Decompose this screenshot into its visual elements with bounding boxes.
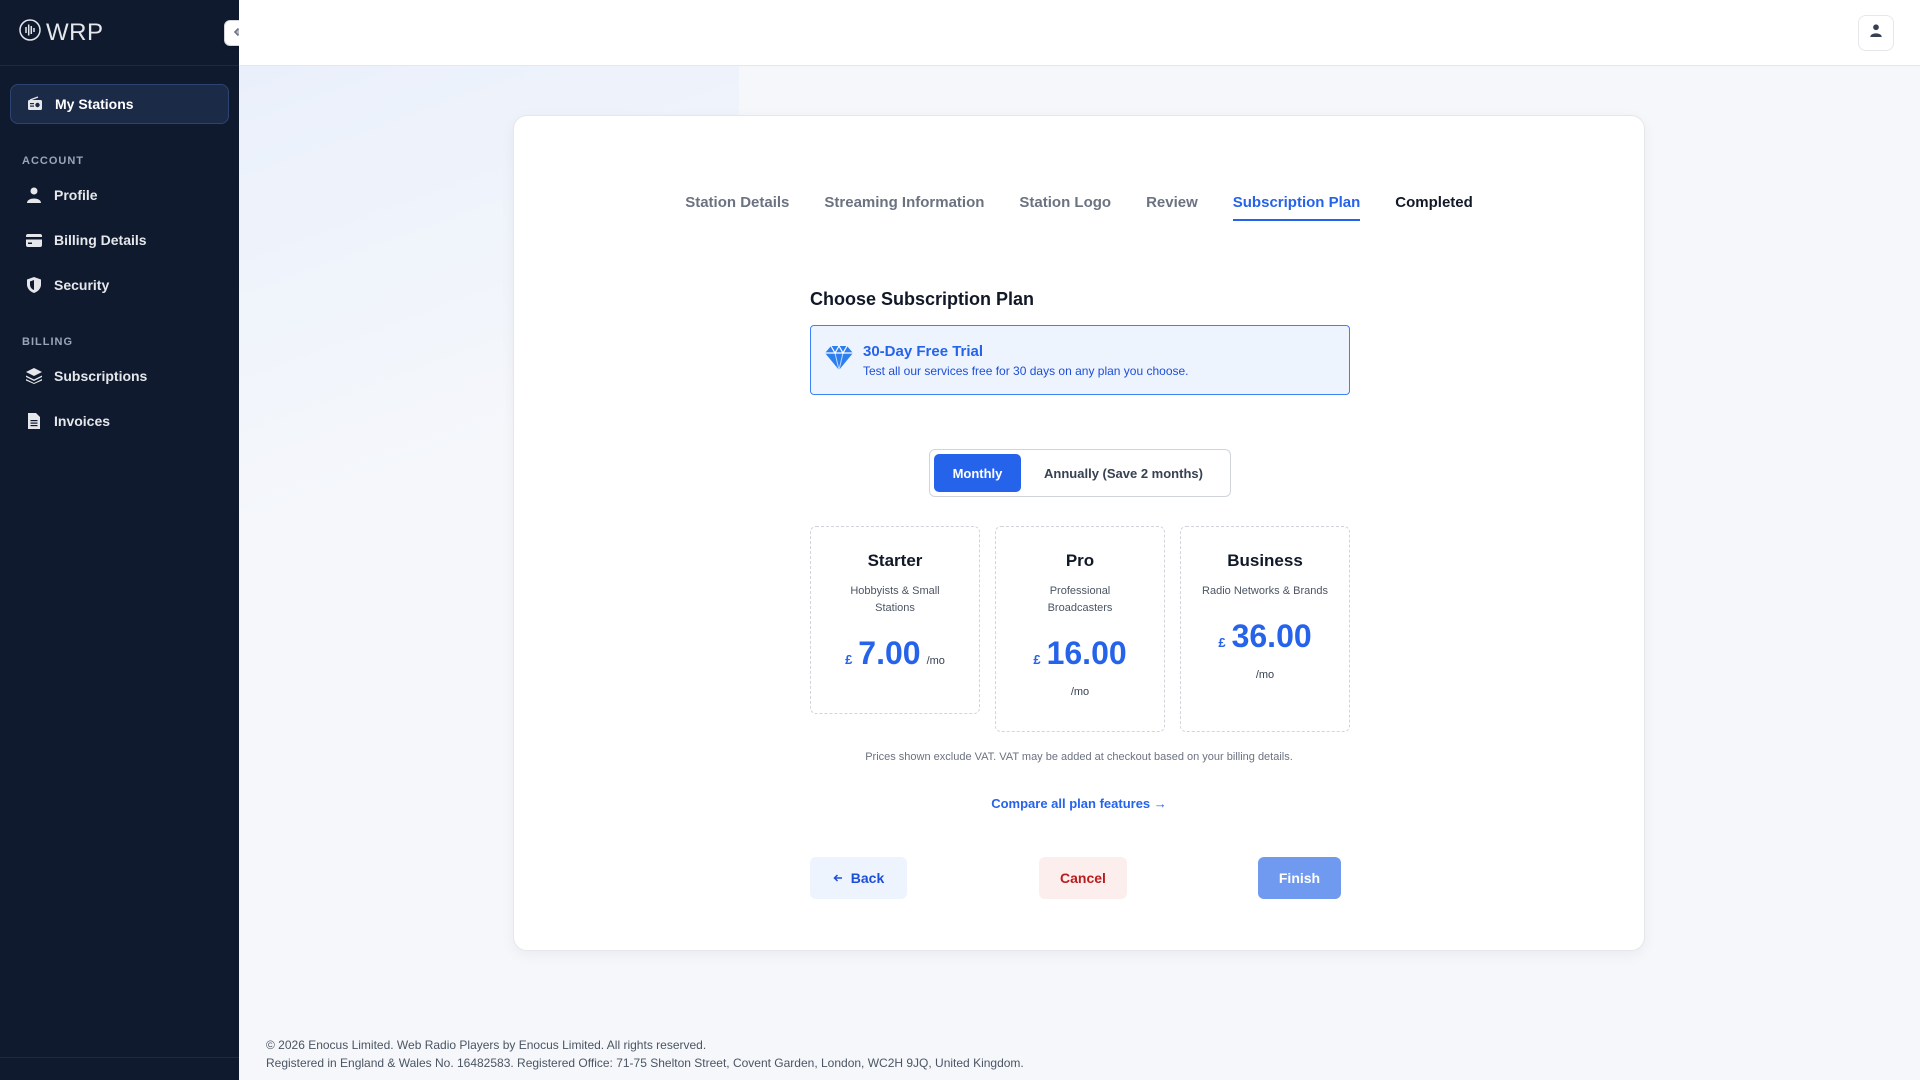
sidebar-item-label: Invoices bbox=[54, 413, 111, 429]
sidebar-item-profile[interactable]: Profile bbox=[10, 175, 229, 215]
step-streaming-information[interactable]: Streaming Information bbox=[824, 194, 984, 221]
plan-description: Hobbyists & Small Stations bbox=[850, 585, 940, 614]
footer-copyright: © 2026 Enocus Limited. Web Radio Players… bbox=[266, 1038, 707, 1052]
plan-price: £ 36.00 bbox=[1181, 618, 1349, 655]
finish-button[interactable]: Finish bbox=[1258, 857, 1341, 899]
step-subscription-plan[interactable]: Subscription Plan bbox=[1232, 194, 1361, 221]
logo-text: WRP bbox=[46, 18, 104, 46]
radio-wave-logo-icon bbox=[18, 18, 42, 47]
sidebar-item-billing-details[interactable]: Billing Details bbox=[10, 220, 229, 260]
user-icon bbox=[1870, 24, 1882, 42]
wizard-steps: Station Details Streaming Information St… bbox=[514, 194, 1644, 221]
user-menu-button[interactable] bbox=[1858, 15, 1894, 51]
plan-name: Starter bbox=[867, 551, 923, 570]
document-icon bbox=[26, 413, 42, 429]
billing-period-toggle: Monthly Annually (Save 2 months) bbox=[929, 449, 1231, 497]
plan-card-pro[interactable]: Pro Professional Broadcasters £ 16.00 /m… bbox=[995, 526, 1165, 732]
plan-amount: 36.00 bbox=[1231, 618, 1312, 654]
trial-title: 30-Day Free Trial bbox=[863, 342, 984, 360]
trial-text-block: 30-Day Free Trial Test all our services … bbox=[863, 343, 1189, 378]
annually-toggle-button[interactable]: Annually (Save 2 months) bbox=[1021, 454, 1226, 492]
step-review[interactable]: Review bbox=[1146, 194, 1198, 221]
sidebar-item-invoices[interactable]: Invoices bbox=[10, 401, 229, 441]
top-bar bbox=[239, 0, 1920, 66]
sidebar-item-label: Billing Details bbox=[54, 232, 147, 248]
plan-period: /mo bbox=[926, 655, 945, 667]
footer-registration: Registered in England & Wales No. 164825… bbox=[266, 1056, 1024, 1070]
layers-icon bbox=[26, 368, 42, 384]
trial-description: Test all our services free for 30 days o… bbox=[863, 363, 1189, 378]
plan-name: Business bbox=[1227, 551, 1303, 570]
sidebar-section-account: ACCOUNT bbox=[22, 155, 84, 167]
step-completed[interactable]: Completed bbox=[1395, 194, 1473, 221]
cancel-button[interactable]: Cancel bbox=[1039, 857, 1127, 899]
sidebar-item-label: My Stations bbox=[55, 96, 134, 112]
sidebar-item-label: Security bbox=[54, 277, 110, 293]
sidebar-item-my-stations[interactable]: My Stations bbox=[10, 84, 229, 124]
plan-price: £ 7.00 /mo bbox=[811, 635, 979, 672]
back-button[interactable]: Back bbox=[810, 857, 907, 899]
logo[interactable]: WRP bbox=[18, 18, 104, 47]
logo-row: WRP bbox=[0, 0, 239, 66]
free-trial-banner: 30-Day Free Trial Test all our services … bbox=[810, 325, 1350, 395]
sidebar-item-label: Subscriptions bbox=[54, 368, 148, 384]
plan-description: Radio Networks & Brands bbox=[1202, 585, 1328, 597]
credit-card-icon bbox=[26, 232, 42, 248]
monthly-toggle-button[interactable]: Monthly bbox=[934, 454, 1021, 492]
user-icon bbox=[26, 187, 42, 203]
shield-icon bbox=[26, 277, 42, 293]
vat-note: Prices shown exclude VAT. VAT may be add… bbox=[865, 751, 1293, 763]
radio-icon bbox=[27, 96, 43, 112]
sidebar-item-label: Profile bbox=[54, 187, 98, 203]
plan-period: /mo bbox=[1070, 686, 1090, 698]
wizard-card: Station Details Streaming Information St… bbox=[513, 115, 1645, 951]
diamond-icon bbox=[825, 344, 853, 376]
sidebar-section-billing: BILLING bbox=[22, 336, 73, 348]
plan-card-business[interactable]: Business Radio Networks & Brands £ 36.00… bbox=[1180, 526, 1350, 732]
plan-list: Starter Hobbyists & Small Stations £ 7.0… bbox=[810, 526, 1350, 732]
plan-currency: £ bbox=[1033, 652, 1041, 667]
section-title: Choose Subscription Plan bbox=[810, 289, 1035, 309]
back-button-label: Back bbox=[850, 870, 885, 886]
plan-currency: £ bbox=[1218, 635, 1226, 650]
sidebar-divider bbox=[0, 1057, 239, 1058]
plan-currency: £ bbox=[845, 652, 853, 667]
step-station-logo[interactable]: Station Logo bbox=[1019, 194, 1111, 221]
sidebar-item-subscriptions[interactable]: Subscriptions bbox=[10, 356, 229, 396]
plan-description: Professional Broadcasters bbox=[1047, 585, 1113, 614]
sidebar-nav: My Stations ACCOUNT Profile Billing Deta… bbox=[0, 66, 239, 441]
plan-name: Pro bbox=[1065, 551, 1095, 570]
plan-card-starter[interactable]: Starter Hobbyists & Small Stations £ 7.0… bbox=[810, 526, 980, 714]
footer: © 2026 Enocus Limited. Web Radio Players… bbox=[266, 1036, 1024, 1072]
plan-amount: 16.00 bbox=[1046, 635, 1127, 671]
sidebar-item-security[interactable]: Security bbox=[10, 265, 229, 305]
plan-period: /mo bbox=[1255, 669, 1275, 681]
plan-content: Choose Subscription Plan 30-Day Free Tri… bbox=[810, 289, 1350, 395]
step-station-details[interactable]: Station Details bbox=[685, 194, 789, 221]
arrow-left-icon bbox=[833, 870, 843, 886]
plan-amount: 7.00 bbox=[858, 635, 921, 671]
plan-price: £ 16.00 bbox=[996, 635, 1164, 672]
compare-features-link[interactable]: Compare all plan features → bbox=[514, 796, 1644, 811]
sidebar: WRP My Stations ACCOUNT Profile Billing … bbox=[0, 0, 239, 1080]
